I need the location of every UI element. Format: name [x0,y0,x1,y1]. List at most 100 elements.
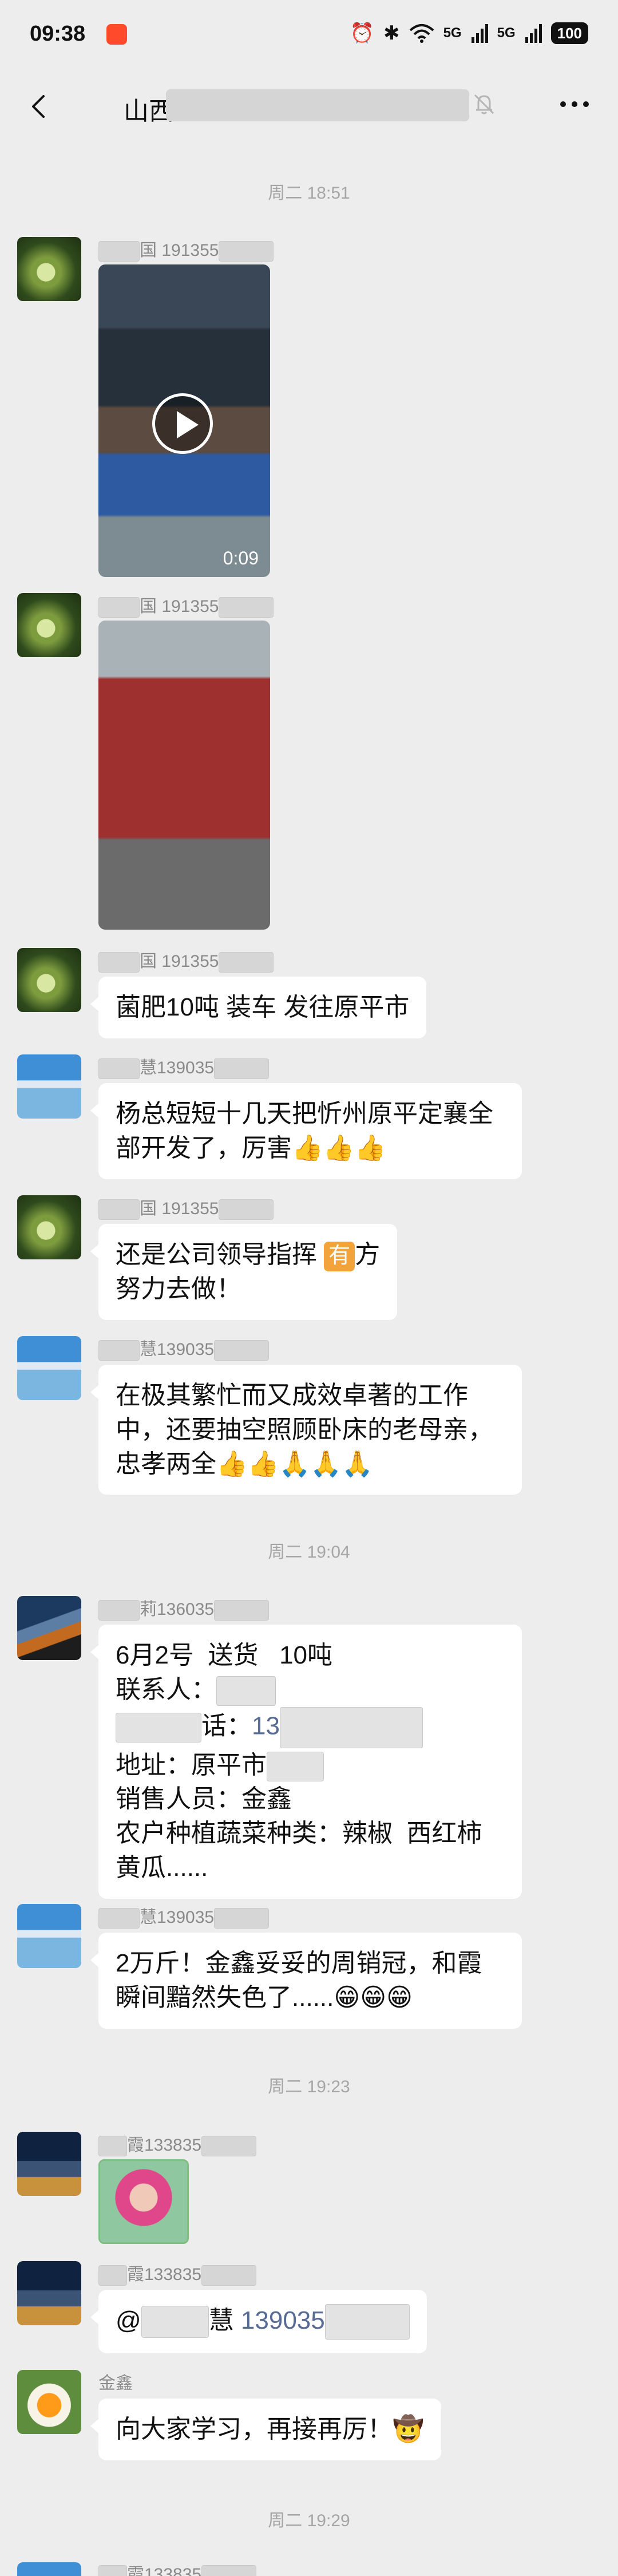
message-text-fragment: 话： [201,1712,252,1740]
message-bubble[interactable]: 还是公司领导指挥 有方 努力去做！ [90,1224,398,1320]
message-text-line: 黄瓜...... [116,1854,208,1882]
sender-char: 莉 [140,1600,157,1619]
redacted-mask [214,1340,270,1361]
redacted-mask [98,1340,140,1361]
message-text: 菌肥10吨 装车 发往原平市 [116,993,410,1021]
avatar[interactable] [17,2132,81,2196]
sender-phone: 136035 [157,1600,215,1619]
avatar[interactable] [17,2261,81,2325]
bluetooth-icon: ✱ [383,22,400,44]
redacted-mask [116,1712,201,1743]
timestamp: 周二 19:04 [268,1543,350,1562]
redacted-mask [201,2265,257,2286]
sender-char: 霞 [127,2136,144,2155]
redacted-mask [279,1706,423,1748]
bell-off-icon [474,94,494,114]
alarm-icon: ⏰ [350,22,375,44]
sender-name: 霞133835 [98,2134,257,2157]
message-text-line: 杨总短短十几天把忻州原平定襄全 [116,1100,493,1128]
sender-name: 国 191355 [98,239,274,262]
play-button[interactable] [152,393,213,454]
avatar[interactable] [17,2562,81,2576]
avatar[interactable] [17,948,81,1012]
redacted-mask [98,1908,140,1929]
image-message[interactable] [98,2159,189,2244]
mention-name: 慧 [208,2306,234,2334]
sender-name: 国 191355 [98,950,274,973]
sender-phone: 133835 [144,2136,202,2155]
message-text-line: 销售人员：金鑫 [116,1785,292,1814]
redacted-mask [98,241,140,262]
sender-char: 慧 [140,1340,157,1359]
back-arrow-icon[interactable] [23,89,57,124]
avatar[interactable] [17,593,81,657]
message-text-line: 忠孝两全 [116,1449,216,1478]
redacted-mask [219,597,274,618]
image-message[interactable] [98,621,270,930]
battery-indicator: 100 [550,22,588,44]
redacted-mask [98,2565,127,2576]
message-text: 向大家学习，再接再厉！ [116,2415,393,2443]
app-notification-icon [106,24,127,45]
redacted-mask [201,2136,257,2157]
phone-link[interactable]: 13 [252,1712,280,1740]
message-bubble[interactable]: 2万斤！金鑫妥妥的周销冠，和霞 瞬间黯然失色了......😁😁😁 [90,1933,522,2029]
message-bubble[interactable]: 菌肥10吨 装车 发往原平市 [90,977,427,1038]
sender-phone: 133835 [144,2265,202,2284]
redacted-mask [324,2304,410,2340]
reaction-emojis: 👍👍🙏🙏🙏 [216,1449,373,1479]
sender-phone: 139035 [157,1340,215,1359]
sender-phone: 191355 [161,597,219,616]
message-bubble[interactable]: 在极其繁忙而又成效卓著的工作 中，还要抽空照顾卧床的老母亲， 忠孝两全👍👍🙏🙏🙏 [90,1365,522,1495]
video-message[interactable]: 0:09 [98,264,270,577]
avatar[interactable] [17,1054,81,1119]
sender-name: 慧139035 [98,1057,270,1080]
avatar[interactable] [17,1195,81,1259]
sender-char: 国 [140,241,157,260]
avatar[interactable] [17,1336,81,1400]
message-text-line: 在极其繁忙而又成效卓著的工作 [116,1381,468,1409]
redacted-mask [98,597,140,618]
redacted-mask [214,1058,270,1080]
message-bubble[interactable]: 6月2号 送货 10吨 联系人： 话：13 地址：原平市 销售人员：金鑫 农户种… [90,1625,522,1899]
redacted-mask [98,2265,127,2286]
sender-name: 国 191355 [98,1198,274,1220]
redacted-mask [98,952,140,973]
message-bubble[interactable]: 杨总短短十几天把忻州原平定襄全 部开发了，厉害👍👍👍 [90,1083,522,1179]
redacted-mask [98,2136,127,2157]
sender-char: 国 [140,1199,157,1218]
sender-name: 金鑫 [98,2374,133,2393]
more-dots-icon[interactable] [554,89,595,119]
sender-name: 慧139035 [98,1906,270,1929]
sender-phone: 191355 [161,241,219,260]
message-text-line: 联系人： [116,1675,216,1704]
grin-emojis: 😁😁😁 [334,1982,413,2012]
sender-phone: 139035 [157,1058,215,1077]
avatar[interactable] [17,1596,81,1660]
message-text-line: 农户种植蔬菜种类：辣椒 西红柿 [116,1819,482,1848]
avatar[interactable] [17,2370,81,2434]
status-bar: 09:38 ⏰ ✱ 5G 5G 100 [0,0,618,72]
redacted-mask [219,952,274,973]
signal-icon-2 [525,24,542,43]
sender-name: 霞133835 [98,2263,257,2286]
network-5g-label-2: 5G [497,25,516,41]
chat-header: 山西 [0,72,618,143]
redacted-mask [219,1199,274,1220]
avatar[interactable] [17,237,81,301]
sender-phone: 139035 [157,1908,215,1927]
redacted-mask [201,2565,257,2576]
avatar[interactable] [17,1904,81,1968]
message-bubble[interactable]: @ 慧 139035 [90,2290,427,2354]
sender-char: 国 [140,597,157,616]
redacted-mask [98,1199,140,1220]
play-icon [177,411,199,438]
timestamp: 周二 19:23 [268,2077,350,2096]
message-bubble[interactable]: 向大家学习，再接再厉！🤠 [90,2399,441,2460]
message-text-fragment: 方 [355,1240,381,1269]
wifi-icon [409,24,434,43]
sender-name: 莉136035 [98,1598,270,1621]
phone-link[interactable]: 139035 [241,2306,325,2334]
status-time: 09:38 [30,22,86,46]
redacted-mask [214,1600,270,1621]
